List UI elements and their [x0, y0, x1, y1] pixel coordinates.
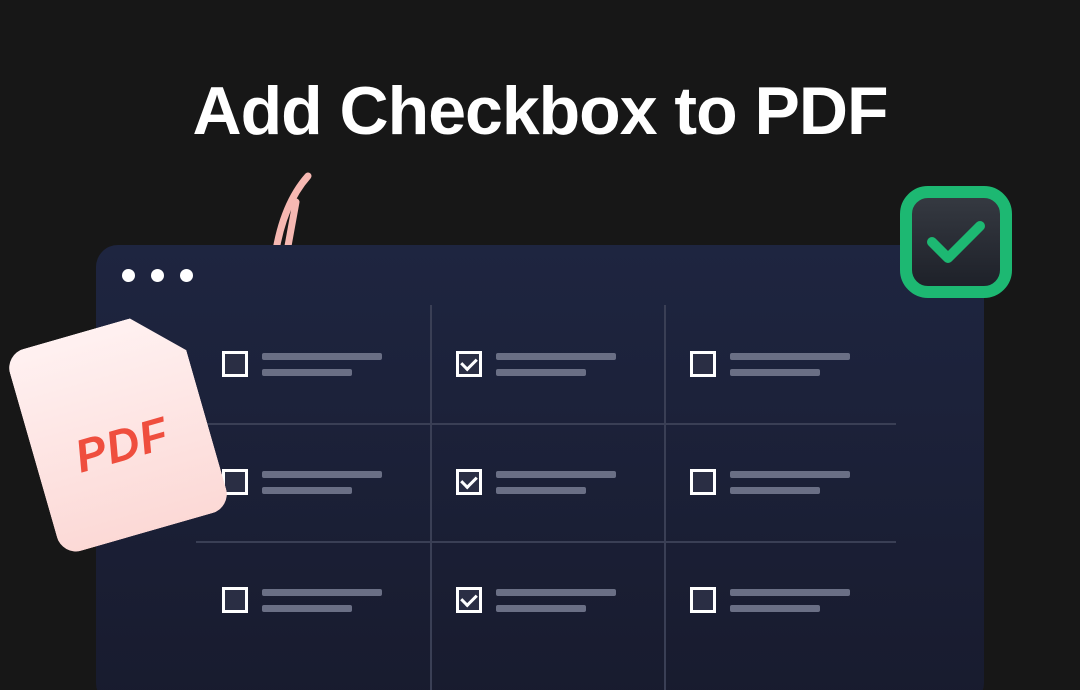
placeholder-text-lines	[262, 353, 382, 376]
checkbox-checked-icon	[456, 587, 482, 613]
traffic-light-dot	[122, 269, 135, 282]
checkbox-empty-icon	[690, 587, 716, 613]
placeholder-text-lines	[262, 589, 382, 612]
placeholder-line	[496, 369, 586, 376]
grid-cell	[430, 541, 664, 659]
pdf-label: PDF	[69, 405, 175, 483]
checkbox-empty-icon	[222, 351, 248, 377]
grid-cell	[430, 423, 664, 541]
grid-cell	[196, 423, 430, 541]
grid-cell	[430, 305, 664, 423]
placeholder-line	[730, 589, 850, 596]
placeholder-text-lines	[730, 353, 850, 376]
placeholder-text-lines	[496, 471, 616, 494]
placeholder-line	[730, 353, 850, 360]
checkbox-checked-icon	[456, 469, 482, 495]
placeholder-line	[496, 605, 586, 612]
placeholder-text-lines	[262, 471, 382, 494]
placeholder-line	[496, 353, 616, 360]
grid-cell	[196, 305, 430, 423]
placeholder-line	[262, 353, 382, 360]
checkbox-empty-icon	[222, 587, 248, 613]
placeholder-text-lines	[496, 353, 616, 376]
placeholder-line	[730, 471, 850, 478]
placeholder-line	[262, 471, 382, 478]
app-window	[96, 245, 984, 690]
placeholder-line	[496, 471, 616, 478]
checkmark-icon	[926, 218, 986, 266]
grid-cell	[664, 305, 898, 423]
checkbox-empty-icon	[690, 469, 716, 495]
placeholder-line	[262, 369, 352, 376]
checkbox-grid	[196, 305, 896, 690]
window-traffic-lights-icon	[122, 269, 193, 282]
grid-cell	[196, 541, 430, 659]
placeholder-text-lines	[730, 589, 850, 612]
placeholder-line	[730, 605, 820, 612]
placeholder-line	[262, 589, 382, 596]
placeholder-line	[730, 369, 820, 376]
checkbox-checked-icon	[456, 351, 482, 377]
grid-cell	[664, 541, 898, 659]
traffic-light-dot	[151, 269, 164, 282]
grid-cell	[664, 423, 898, 541]
placeholder-text-lines	[730, 471, 850, 494]
traffic-light-dot	[180, 269, 193, 282]
placeholder-line	[730, 487, 820, 494]
checkmark-badge	[900, 186, 1012, 298]
checkbox-empty-icon	[690, 351, 716, 377]
placeholder-line	[496, 589, 616, 596]
placeholder-line	[496, 487, 586, 494]
placeholder-text-lines	[496, 589, 616, 612]
page-title: Add Checkbox to PDF	[0, 72, 1080, 150]
placeholder-line	[262, 605, 352, 612]
placeholder-line	[262, 487, 352, 494]
